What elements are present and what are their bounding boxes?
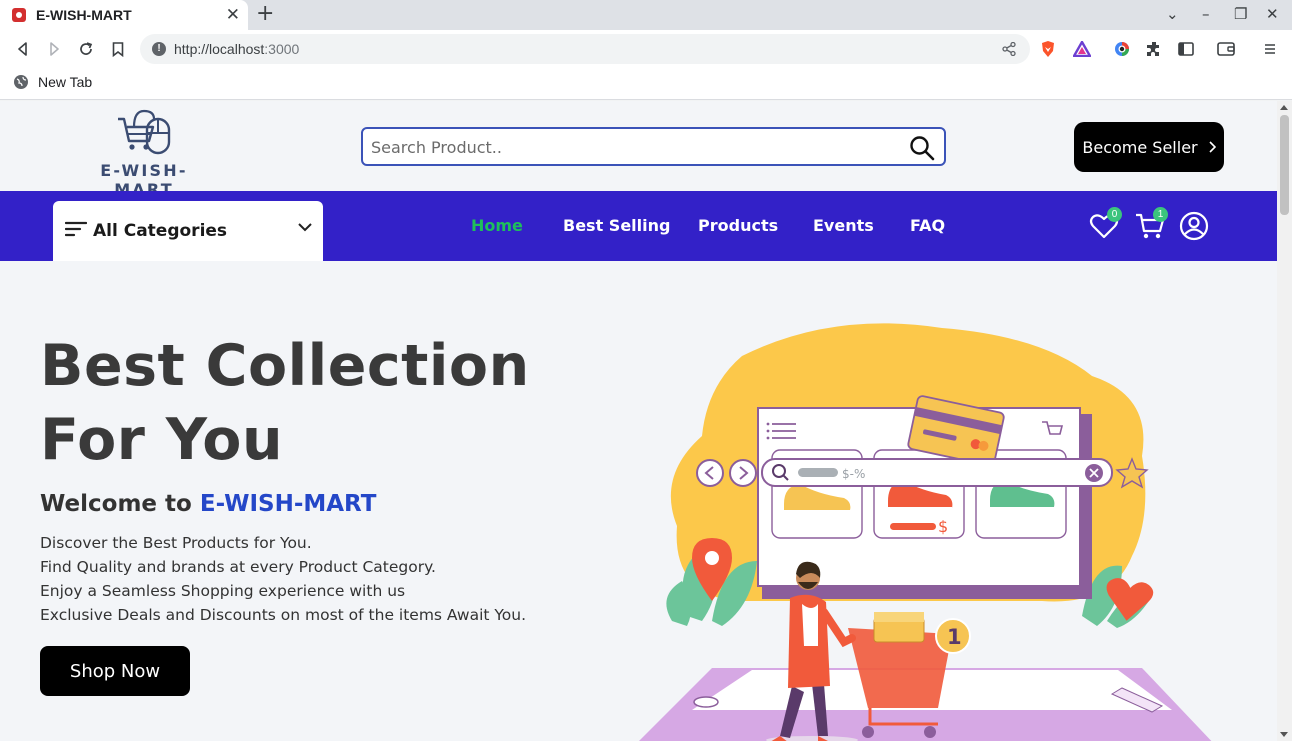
sidebar-icon[interactable]	[1177, 40, 1195, 58]
bookmark-icon[interactable]	[107, 38, 129, 60]
menu-lines-icon	[65, 221, 87, 237]
address-bar[interactable]: ! http://localhost:3000	[140, 34, 1030, 64]
all-categories-dropdown[interactable]: All Categories	[53, 201, 323, 261]
browser-tab[interactable]: E-WISH-MART ✕	[0, 0, 248, 30]
hero-line: Exclusive Deals and Discounts on most of…	[40, 606, 527, 624]
color-extension-icon[interactable]	[1113, 40, 1131, 58]
reload-icon[interactable]	[75, 38, 97, 60]
bookmark-label: New Tab	[38, 74, 93, 90]
browser-toolbar: ! http://localhost:3000	[0, 30, 1292, 68]
back-arrow-icon	[696, 459, 724, 487]
restore-icon[interactable]: ❐	[1234, 5, 1247, 23]
extensions-icon[interactable]	[1145, 40, 1163, 58]
wallet-icon[interactable]	[1217, 40, 1235, 58]
all-categories-label: All Categories	[93, 221, 228, 241]
new-tab-icon[interactable]: +	[256, 3, 274, 25]
mouse-cart-logo-icon	[118, 109, 171, 155]
share-icon[interactable]	[1002, 41, 1016, 60]
scroll-up-icon[interactable]	[1280, 105, 1288, 110]
hero-line: Find Quality and brands at every Product…	[40, 558, 436, 576]
shop-now-label: Shop Now	[69, 660, 161, 682]
back-icon[interactable]	[12, 38, 34, 60]
welcome-prefix: Welcome to	[40, 491, 192, 517]
nav-link-home[interactable]: Home	[471, 216, 523, 235]
hero-line: Discover the Best Products for You.	[40, 534, 312, 552]
minimize-icon[interactable]: –	[1202, 5, 1210, 23]
close-window-icon[interactable]: ✕	[1266, 5, 1279, 23]
price-symbol: $	[938, 517, 948, 536]
search-input[interactable]	[371, 137, 891, 157]
user-profile-icon	[1179, 211, 1209, 241]
wishlist-count-badge: 0	[1107, 207, 1122, 222]
cart-item-count: 1	[947, 625, 962, 649]
nav-link-best-selling[interactable]: Best Selling	[563, 216, 670, 235]
bookmark-new-tab[interactable]: New Tab	[14, 74, 92, 90]
hero-welcome: Welcome to E-WISH-MART	[40, 491, 376, 517]
welcome-brand: E-WISH-MART	[199, 491, 377, 517]
hero-title: Best Collection For You	[40, 329, 600, 477]
site-header: E-WISH-MART Become Seller	[0, 101, 1277, 199]
search-icon[interactable]	[908, 134, 936, 162]
tab-search-icon[interactable]: ⌄	[1166, 5, 1179, 23]
globe-icon	[14, 75, 28, 89]
menu-icon[interactable]	[1261, 40, 1279, 58]
tab-title: E-WISH-MART	[36, 7, 132, 23]
forward-icon[interactable]	[43, 38, 65, 60]
illustration-search-text: $-%	[842, 467, 865, 481]
brave-shield-icon[interactable]	[1039, 40, 1057, 58]
wishlist-button[interactable]: 0	[1088, 207, 1122, 242]
main-navbar: All Categories Home Best Selling Product…	[0, 191, 1277, 261]
bookmarks-bar: New Tab	[0, 68, 1292, 100]
scroll-down-icon[interactable]	[1280, 732, 1288, 737]
scroll-thumb[interactable]	[1280, 115, 1289, 215]
cart-button[interactable]: 1	[1134, 207, 1168, 242]
become-seller-button[interactable]: Become Seller	[1074, 122, 1224, 172]
site-info-icon[interactable]: !	[152, 42, 166, 56]
nav-link-events[interactable]: Events	[813, 216, 874, 235]
hero-line: Enjoy a Seamless Shopping experience wit…	[40, 582, 406, 600]
page-viewport: E-WISH-MART Become Seller All Categories	[0, 101, 1277, 741]
browser-tabbar: E-WISH-MART ✕ + ⌄ – ❐ ✕	[0, 0, 1292, 30]
nav-link-products[interactable]: Products	[698, 216, 778, 235]
cart-count-badge: 1	[1153, 207, 1168, 222]
hero-title-line-2: For You	[40, 407, 284, 473]
close-tab-icon[interactable]: ✕	[226, 6, 240, 24]
forward-arrow-icon	[729, 459, 757, 487]
site-favicon-icon	[12, 8, 26, 22]
page-scrollbar[interactable]	[1277, 101, 1292, 741]
chevron-right-icon	[1208, 138, 1216, 157]
brave-rewards-icon[interactable]	[1073, 40, 1091, 58]
chevron-down-icon	[298, 223, 312, 232]
become-seller-label: Become Seller	[1082, 137, 1198, 157]
shop-now-button[interactable]: Shop Now	[40, 646, 190, 696]
hero-description: Discover the Best Products for You. Find…	[40, 531, 526, 627]
profile-button[interactable]	[1178, 210, 1210, 242]
nav-link-faq[interactable]: FAQ	[910, 216, 945, 235]
online-shopping-illustration: -% $ $-%	[639, 323, 1212, 741]
site-logo[interactable]: E-WISH-MART	[78, 107, 210, 199]
url-text: http://localhost:3000	[174, 41, 300, 57]
hero-title-line-1: Best Collection	[40, 333, 530, 399]
search-box	[361, 127, 946, 166]
